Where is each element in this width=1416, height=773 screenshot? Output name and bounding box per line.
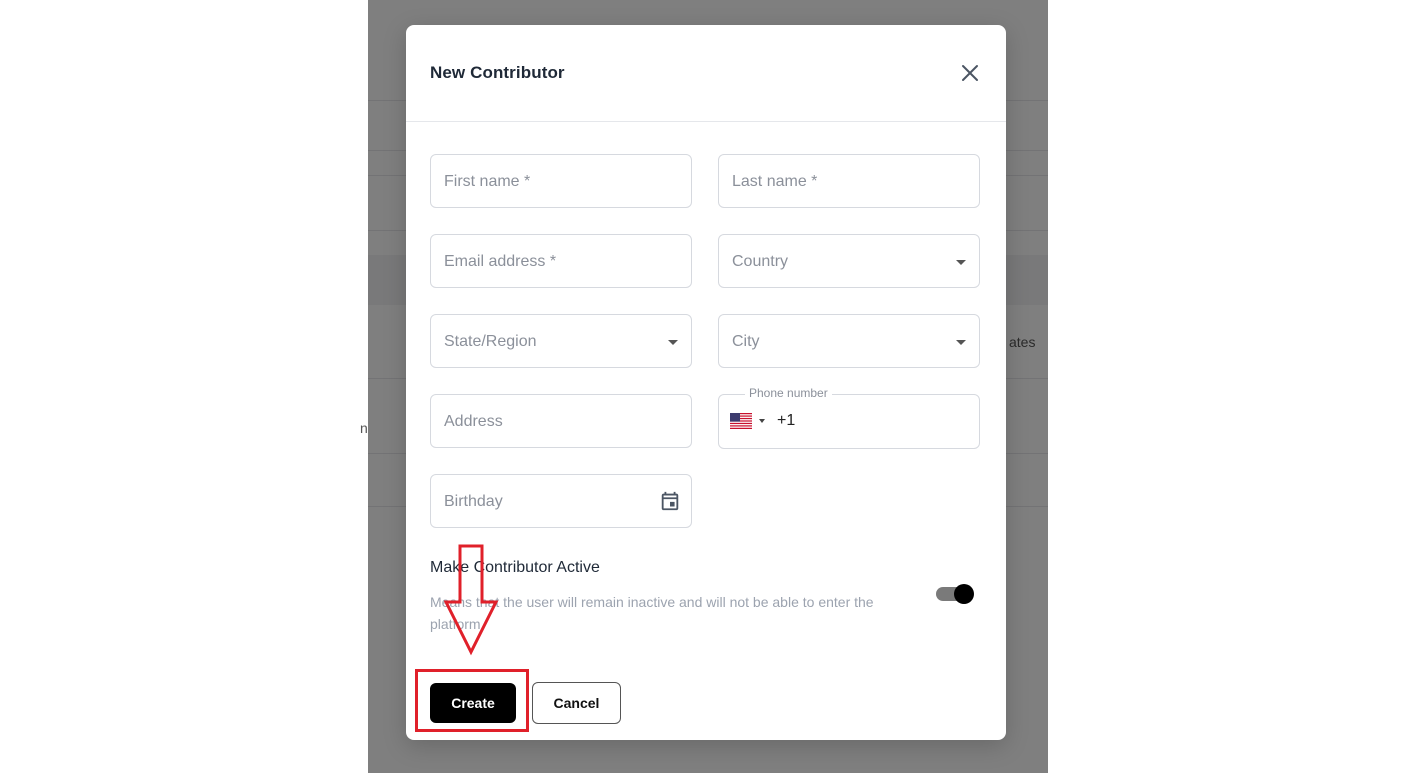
- address-field[interactable]: Address: [430, 394, 692, 448]
- phone-dial-code[interactable]: +1: [777, 412, 795, 430]
- last-name-field[interactable]: Last name *: [718, 154, 980, 208]
- first-name-placeholder: First name *: [444, 173, 531, 190]
- chevron-down-icon: [956, 260, 966, 265]
- annotation-highlight-box: [415, 669, 529, 732]
- us-flag-icon: [730, 413, 752, 429]
- phone-number-label: Phone number: [745, 386, 832, 400]
- country-placeholder: Country: [732, 253, 789, 270]
- dialog-title: New Contributor: [430, 63, 565, 82]
- chevron-down-icon: [956, 340, 966, 345]
- phone-number-field[interactable]: Phone number +1: [718, 386, 980, 449]
- state-region-select[interactable]: State/Region: [430, 314, 692, 368]
- birthday-placeholder: Birthday: [444, 493, 503, 510]
- annotation-arrow-icon: [444, 544, 499, 656]
- close-button[interactable]: [958, 61, 982, 85]
- first-name-field[interactable]: First name *: [430, 154, 692, 208]
- country-select[interactable]: Country: [718, 234, 980, 288]
- address-placeholder: Address: [444, 413, 503, 430]
- email-field[interactable]: Email address *: [430, 234, 692, 288]
- city-placeholder: City: [732, 333, 760, 350]
- cancel-button[interactable]: Cancel: [532, 682, 621, 724]
- birthday-field[interactable]: Birthday: [430, 474, 692, 528]
- email-placeholder: Email address *: [444, 253, 557, 270]
- city-select[interactable]: City: [718, 314, 980, 368]
- state-region-placeholder: State/Region: [444, 333, 537, 350]
- close-icon: [962, 65, 978, 81]
- last-name-placeholder: Last name *: [732, 173, 818, 190]
- dialog-header: New Contributor: [406, 25, 1006, 122]
- chevron-down-icon: [668, 340, 678, 345]
- chevron-down-icon: [759, 419, 765, 423]
- toggle-knob: [954, 584, 974, 604]
- calendar-icon[interactable]: [659, 490, 681, 512]
- active-toggle-description: Means that the user will remain inactive…: [430, 594, 874, 632]
- background-cell-text: n: [360, 420, 368, 436]
- make-active-toggle[interactable]: [936, 584, 974, 604]
